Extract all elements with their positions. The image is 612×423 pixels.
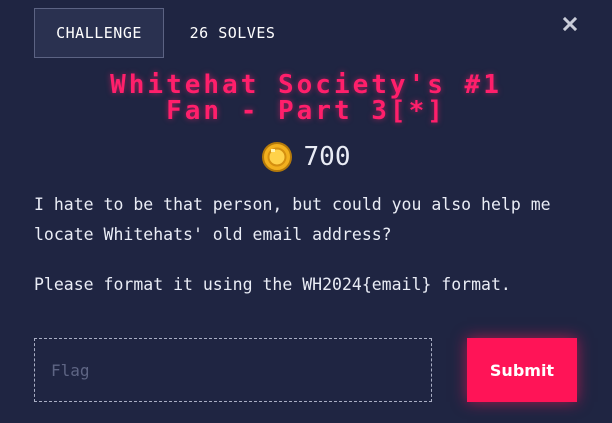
submit-button[interactable]: Submit [467,338,577,402]
points-display: 700 [0,142,612,172]
challenge-description: I hate to be that person, but could you … [34,190,579,300]
points-value: 700 [303,142,351,172]
tab-solves[interactable]: 26 SOLVES [170,8,295,58]
description-paragraph-1: I hate to be that person, but could you … [34,195,551,244]
flag-input[interactable] [34,338,432,402]
challenge-modal: CHALLENGE 26 SOLVES Whitehat Society's #… [0,0,612,423]
coin-icon [261,142,292,172]
close-button[interactable] [558,12,582,36]
tab-challenge[interactable]: CHALLENGE [34,8,164,58]
tab-challenge-label: CHALLENGE [56,24,142,42]
close-icon [562,16,578,32]
challenge-title-line-1: Whitehat Society's #1 [110,70,502,100]
tab-solves-label: 26 SOLVES [189,24,276,42]
challenge-title: Whitehat Society's #1 Fan - Part 3[*] [0,72,612,124]
challenge-title-line-2: Fan - Part 3[*] [166,96,446,126]
description-paragraph-2: Please format it using the WH2024{email}… [34,275,511,294]
